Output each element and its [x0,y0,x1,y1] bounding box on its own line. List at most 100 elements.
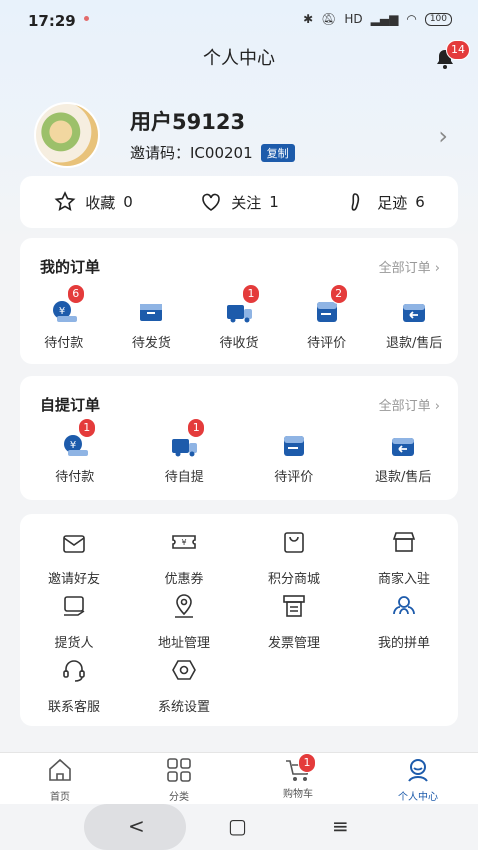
service-customer-support[interactable]: 联系客服 [24,656,124,715]
menu-icon[interactable]: ≡ [332,814,349,838]
footprint-icon [351,193,360,211]
signal-label: HD [344,12,363,26]
tab-label: 个人中心 [398,792,438,803]
stat-label: 足迹 [377,193,408,212]
order-refund[interactable]: 退款/售后 [373,296,455,351]
settings-icon [172,660,196,680]
return-icon [403,304,426,322]
order-label: 待评价 [307,336,347,351]
svg-text:¥: ¥ [181,538,186,547]
service-label: 我的拼单 [377,636,430,651]
status-time: 17:29 [28,12,76,30]
stat-following[interactable]: 关注 1 [199,190,279,214]
pickup-to-review[interactable]: 待评价 [253,430,335,485]
order-badge: 2 [329,284,348,304]
stat-count: 0 [123,193,133,211]
order-label: 退款/售后 [375,470,432,485]
pickup-to-collect[interactable]: 1 待自提 [143,418,225,485]
service-group-buy[interactable]: 我的拼单 [354,592,454,651]
service-points-mall[interactable]: 积分商城 [244,528,344,587]
stat-count: 1 [269,193,279,211]
order-label: 待收货 [219,336,259,351]
order-to-receive[interactable]: 1 待收货 [198,284,280,351]
service-label: 联系客服 [47,700,100,715]
battery-icon: 100 [424,12,452,26]
service-settings[interactable]: 系统设置 [134,656,234,715]
order-label: 待评价 [274,470,314,485]
pickup-orders-all-link[interactable]: 全部订单 › [379,395,440,414]
service-address[interactable]: 地址管理 [134,592,234,651]
grid-icon [167,758,191,782]
tab-label: 购物车 [283,789,313,800]
back-icon[interactable]: < [128,814,145,838]
order-label: 退款/售后 [385,336,443,351]
location-icon [175,594,193,618]
stat-favorites[interactable]: 收藏 0 [53,190,133,214]
status-icons: ✱ 🔕︎ HD ▂▄▆ ◠ 100 [303,12,452,26]
order-to-ship[interactable]: 待发货 [110,296,192,351]
services-card: 邀请好友 ¥ 优惠券 积分商城 商家入驻 提货人 地址管理 发票管理 我的拼单 … [20,514,458,726]
my-orders-row: ¥ 6 待付款 待发货 1 待收货 2 待评价 退款/售后 [20,284,458,351]
order-label: 待付款 [55,470,95,485]
coupon-icon: ¥ [172,535,196,549]
wifi-icon: ◠ [406,12,417,26]
review-icon [283,436,304,456]
notification-dot [84,16,89,21]
service-invoice[interactable]: 发票管理 [244,592,344,651]
page-title: 个人中心 [203,48,275,69]
bottom-tab-bar: 首页 分类 1 购物车 个人中心 [0,752,478,804]
mute-icon: 🔕︎ [321,12,337,26]
tab-label: 首页 [50,792,70,803]
signal-icon: ▂▄▆ [370,12,399,26]
service-label: 提货人 [54,636,94,651]
home-nav-icon[interactable]: ▢ [228,814,247,838]
order-badge: 1 [187,418,206,438]
my-orders-title: 我的订单 [40,258,101,276]
headset-icon [63,660,85,682]
order-to-review[interactable]: 2 待评价 [286,284,368,351]
order-badge: 6 [66,284,85,304]
stat-history[interactable]: 足迹 6 [345,190,425,214]
bell-badge: 14 [446,40,470,60]
service-label: 系统设置 [157,700,210,715]
pickup-orders-row: ¥ 1 待付款 1 待自提 待评价 退款/售后 [20,418,458,485]
tab-profile[interactable]: 个人中心 [378,757,458,803]
order-badge: 1 [77,418,96,438]
home-icon [49,758,71,781]
profile-section[interactable]: 用户59123 邀请码：IC00201 复制 › [0,100,478,170]
pickup-pending-payment[interactable]: ¥ 1 待付款 [34,418,116,485]
service-label: 地址管理 [157,636,210,651]
service-invite-friends[interactable]: 邀请好友 [24,528,124,587]
svg-text:¥: ¥ [70,440,76,451]
group-icon [393,596,415,615]
order-label: 待发货 [131,336,171,351]
bag-icon [284,532,304,553]
pickup-refund[interactable]: 退款/售后 [362,430,444,485]
service-label: 发票管理 [267,636,320,651]
username: 用户59123 [130,110,246,134]
service-label: 商家入驻 [377,572,430,587]
service-pickup-person[interactable]: 提货人 [24,592,124,651]
stats-card: 收藏 0 关注 1 足迹 6 [20,176,458,228]
invite-code-text: 邀请码：IC00201 [130,144,253,162]
store-icon [392,532,416,552]
system-nav-bar: < ▢ ≡ [0,804,478,850]
notification-bell[interactable]: 14 [434,40,470,70]
tab-cart[interactable]: 1 购物车 [258,753,338,800]
order-pending-payment[interactable]: ¥ 6 待付款 [23,284,105,351]
tab-categories[interactable]: 分类 [139,757,219,803]
tab-home[interactable]: 首页 [20,757,100,803]
invoice-icon [283,595,305,617]
service-label: 优惠券 [164,572,204,587]
chevron-right-icon[interactable]: › [438,122,448,150]
avatar[interactable] [34,102,100,168]
service-coupons[interactable]: ¥ 优惠券 [134,528,234,587]
order-badge: 1 [241,284,260,304]
copy-button[interactable]: 复制 [260,143,295,162]
heart-icon [202,193,221,211]
box-icon [140,304,163,321]
stat-label: 关注 [231,193,262,212]
my-orders-all-link[interactable]: 全部订单 › [379,257,440,276]
pickup-person-icon [64,596,85,616]
service-merchant-join[interactable]: 商家入驻 [354,528,454,587]
